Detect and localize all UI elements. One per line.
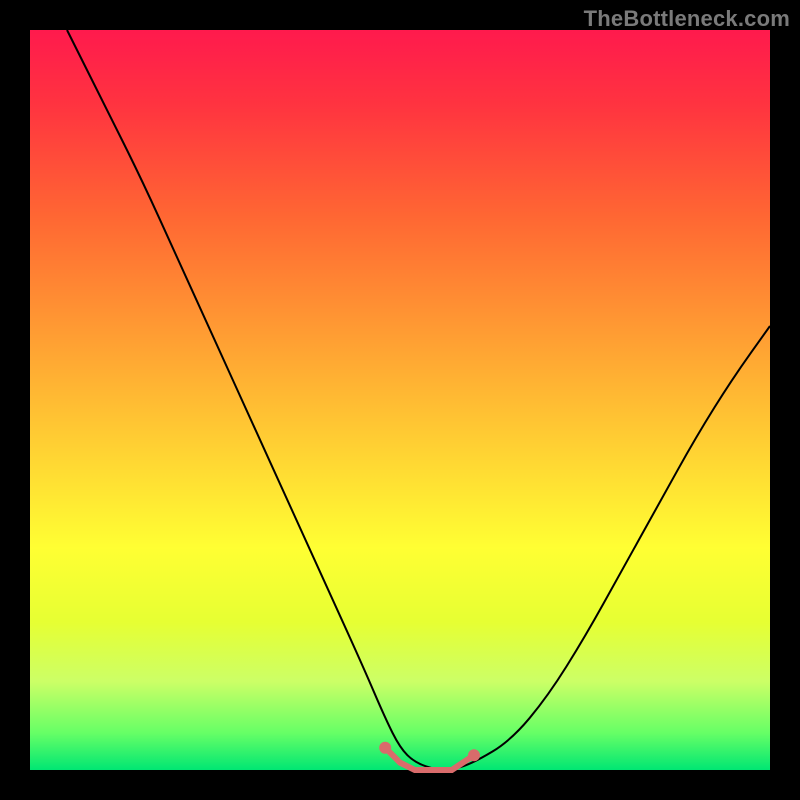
chart-svg [30,30,770,770]
plot-area [30,30,770,770]
bottleneck-curve-path [67,30,770,770]
optimal-start-dot [379,742,391,754]
optimal-end-dot [468,749,480,761]
chart-frame: TheBottleneck.com [0,0,800,800]
watermark-text: TheBottleneck.com [584,6,790,32]
